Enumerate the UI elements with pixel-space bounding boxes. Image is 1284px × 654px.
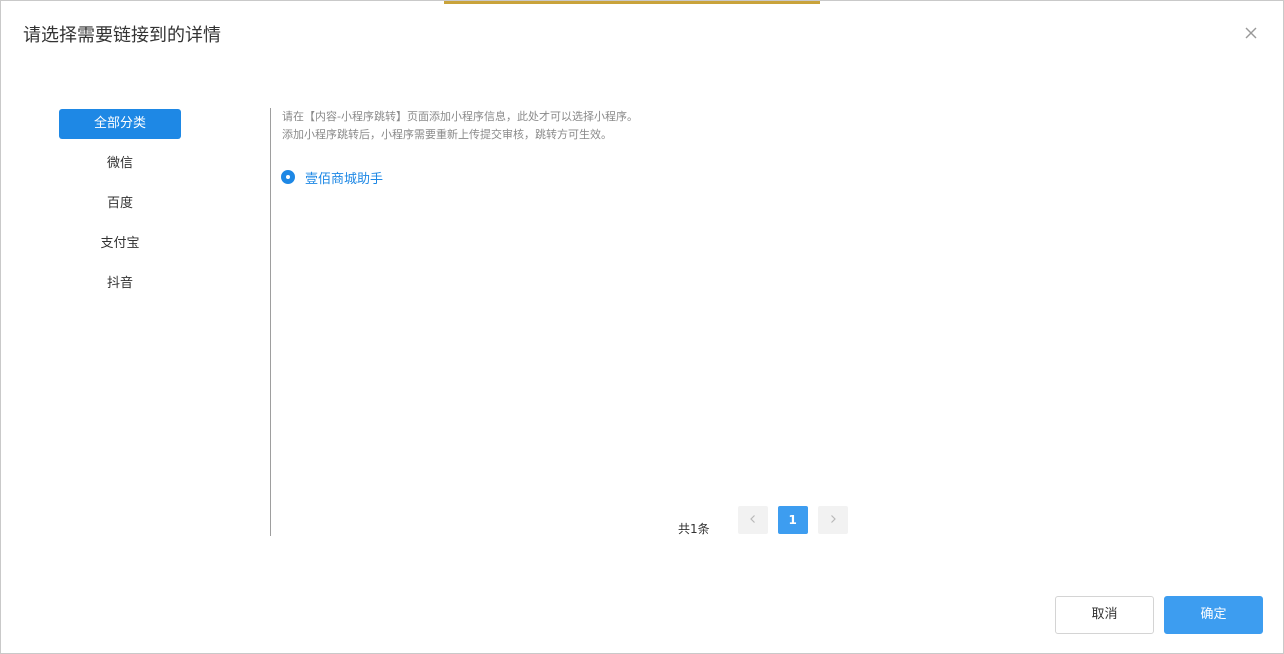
category-item-label: 支付宝 bbox=[100, 236, 140, 251]
vertical-divider bbox=[270, 108, 271, 536]
category-item-label: 全部分类 bbox=[93, 116, 146, 131]
radio-selected-icon[interactable] bbox=[281, 170, 295, 184]
category-item-alipay[interactable]: 支付宝 bbox=[59, 229, 181, 259]
total-count: 共1条 bbox=[678, 521, 710, 536]
prev-page-button[interactable] bbox=[737, 506, 768, 534]
category-item-label: 百度 bbox=[106, 196, 133, 211]
category-item-all[interactable]: 全部分类 bbox=[59, 109, 181, 139]
next-page-button[interactable] bbox=[817, 506, 848, 534]
category-item-douyin[interactable]: 抖音 bbox=[59, 269, 181, 299]
page-button-current[interactable]: 1 bbox=[777, 506, 808, 534]
category-list: 全部分类 微信 百度 支付宝 抖音 bbox=[59, 109, 181, 309]
confirm-button[interactable]: 确定 bbox=[1164, 596, 1263, 634]
top-accent-bar bbox=[444, 1, 820, 4]
pagination: 共1条 1 bbox=[678, 506, 858, 536]
hint-text: 请在【内容-小程序跳转】页面添加小程序信息，此处才可以选择小程序。 添加小程序跳… bbox=[282, 108, 638, 144]
close-button[interactable] bbox=[1239, 21, 1263, 45]
category-item-label: 抖音 bbox=[106, 276, 133, 291]
category-item-label: 微信 bbox=[106, 156, 133, 171]
option-label: 壹佰商城助手 bbox=[305, 171, 384, 187]
hint-line-2: 添加小程序跳转后，小程序需要重新上传提交审核，跳转方可生效。 bbox=[282, 128, 612, 141]
hint-line-1: 请在【内容-小程序跳转】页面添加小程序信息，此处才可以选择小程序。 bbox=[282, 110, 638, 123]
category-item-baidu[interactable]: 百度 bbox=[59, 189, 181, 219]
link-detail-dialog: 请选择需要链接到的详情 全部分类 微信 百度 支付宝 抖音 请在【内容-小程序跳… bbox=[0, 0, 1284, 654]
chevron-right-icon bbox=[828, 513, 838, 527]
miniprogram-option[interactable]: 壹佰商城助手 bbox=[281, 168, 384, 187]
close-icon bbox=[1239, 21, 1263, 45]
dialog-title: 请选择需要链接到的详情 bbox=[23, 25, 221, 46]
chevron-left-icon bbox=[748, 513, 758, 527]
cancel-button[interactable]: 取消 bbox=[1055, 596, 1154, 634]
category-item-wechat[interactable]: 微信 bbox=[59, 149, 181, 179]
